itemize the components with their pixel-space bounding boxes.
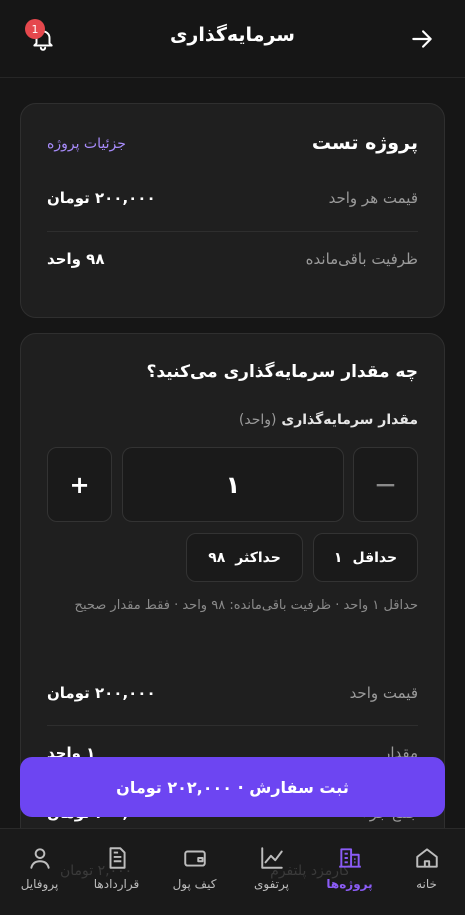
amount-unit: (واحد) bbox=[238, 412, 277, 428]
nav-contracts-label: قراردادها bbox=[93, 877, 140, 891]
quantity-hint: حداقل ۱ واحد · ظرفیت باقی‌مانده: ۹۸ واحد… bbox=[74, 598, 418, 613]
nav-profile-label: پروفایل bbox=[20, 877, 59, 891]
summary-unit-price-value: ۲۰۰,۰۰۰ تومان bbox=[47, 684, 156, 702]
project-name: پروژه تست bbox=[311, 132, 418, 154]
document-icon bbox=[109, 847, 126, 869]
nav-portfolio-label: پرتفوی bbox=[254, 877, 289, 891]
nav-home-label: خانه bbox=[416, 877, 437, 891]
app-header: سرمایه‌گذاری 1 bbox=[0, 0, 465, 78]
nav-wallet-label: کیف پول bbox=[172, 877, 217, 891]
increase-button[interactable]: + bbox=[47, 447, 112, 522]
nav-wallet[interactable]: کیف پول bbox=[156, 845, 233, 891]
quantity-input[interactable]: ۱ bbox=[122, 447, 344, 522]
investment-question: چه مقدار سرمایه‌گذاری می‌کنید؟ bbox=[146, 362, 418, 382]
max-quantity-chip[interactable]: حداکثر ۹۸ bbox=[186, 533, 303, 582]
home-icon bbox=[415, 848, 438, 868]
max-value: ۹۸ bbox=[208, 549, 226, 566]
min-quantity-chip[interactable]: حداقل ۱ bbox=[313, 533, 418, 582]
nav-portfolio[interactable]: پرتفوی bbox=[233, 845, 310, 891]
chart-line-icon bbox=[260, 847, 283, 869]
nav-contracts[interactable]: قراردادها bbox=[78, 845, 155, 891]
amount-label: مقدار سرمایه‌گذاری (واحد) bbox=[239, 412, 418, 428]
notification-badge: 1 bbox=[25, 19, 45, 39]
unit-price-value: ۲۰۰,۰۰۰ تومان bbox=[47, 189, 156, 207]
remaining-label: ظرفیت باقی‌مانده bbox=[305, 250, 418, 268]
user-icon bbox=[29, 848, 50, 869]
wallet-icon bbox=[183, 850, 206, 867]
bottom-nav: کارمزد پلتفرم ۲,۰۰۰ تومان خانه پروژه‌ها … bbox=[0, 828, 465, 915]
max-label: حداکثر bbox=[235, 549, 281, 566]
nav-home[interactable]: خانه bbox=[388, 845, 465, 891]
divider bbox=[47, 725, 418, 726]
building-icon bbox=[338, 848, 361, 868]
project-card: پروژه تست جزئیات پروژه قیمت هر واحد ۲۰۰,… bbox=[20, 103, 445, 318]
decrease-button[interactable]: − bbox=[353, 447, 418, 522]
submit-order-button[interactable]: ثبت سفارش · ۲۰۲,۰۰۰ تومان bbox=[20, 757, 445, 817]
amount-label-text: مقدار سرمایه‌گذاری bbox=[281, 412, 418, 428]
nav-projects[interactable]: پروژه‌ها bbox=[311, 845, 388, 891]
nav-profile[interactable]: پروفایل bbox=[1, 845, 78, 891]
project-details-link[interactable]: جزئیات پروژه bbox=[47, 136, 126, 152]
divider bbox=[47, 231, 418, 232]
min-label: حداقل bbox=[352, 549, 398, 566]
remaining-value: ۹۸ واحد bbox=[47, 250, 105, 268]
nav-projects-label: پروژه‌ها bbox=[326, 877, 373, 891]
min-value: ۱ bbox=[333, 549, 343, 566]
summary-unit-price-label: قیمت واحد bbox=[349, 684, 418, 702]
unit-price-label: قیمت هر واحد bbox=[328, 189, 418, 207]
page-title: سرمایه‌گذاری bbox=[170, 24, 295, 46]
